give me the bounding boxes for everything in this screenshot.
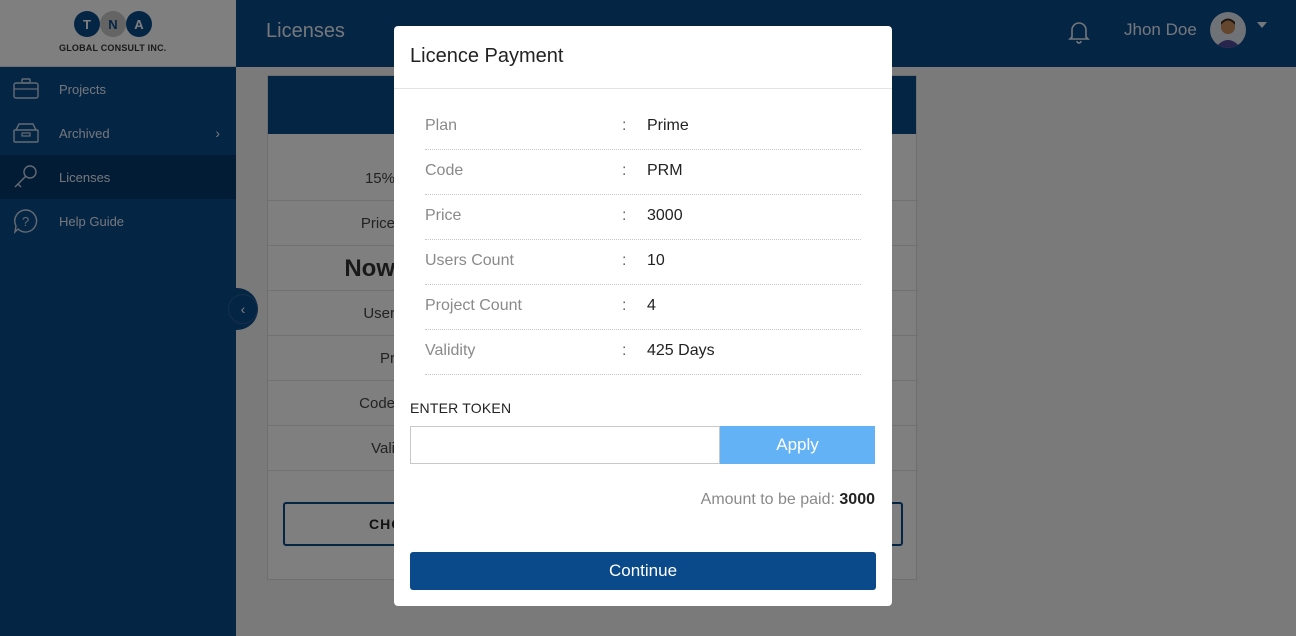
- apply-button[interactable]: Apply: [720, 426, 875, 464]
- detail-separator: :: [622, 297, 627, 314]
- detail-label: Plan: [425, 117, 458, 134]
- amount-label: Amount to be paid:: [700, 491, 835, 508]
- detail-label: Code: [425, 162, 464, 179]
- detail-value: PRM: [647, 162, 683, 179]
- detail-separator: :: [622, 162, 627, 179]
- continue-button[interactable]: Continue: [410, 552, 876, 590]
- amount-to-pay: Amount to be paid: 3000: [701, 491, 875, 509]
- detail-row-code: Code : PRM: [425, 150, 861, 195]
- detail-separator: :: [622, 207, 627, 224]
- detail-label: Validity: [425, 342, 476, 359]
- detail-row-project-count: Project Count : 4: [425, 285, 861, 330]
- detail-separator: :: [622, 117, 627, 134]
- plan-details: Plan : Prime Code : PRM Price : 3000 Use…: [425, 105, 861, 375]
- detail-row-users-count: Users Count : 10: [425, 240, 861, 285]
- detail-value: 425 Days: [647, 342, 715, 359]
- modal-title: Licence Payment: [394, 26, 892, 89]
- detail-value: 10: [647, 252, 665, 269]
- detail-separator: :: [622, 342, 627, 359]
- token-label: ENTER TOKEN: [410, 400, 512, 416]
- detail-label: Project Count: [425, 297, 522, 314]
- detail-separator: :: [622, 252, 627, 269]
- token-input[interactable]: [410, 426, 720, 464]
- detail-value: 3000: [647, 207, 683, 224]
- detail-row-validity: Validity : 425 Days: [425, 330, 861, 375]
- detail-label: Price: [425, 207, 462, 224]
- detail-value: Prime: [647, 117, 689, 134]
- detail-label: Users Count: [425, 252, 514, 269]
- detail-row-price: Price : 3000: [425, 195, 861, 240]
- licence-payment-modal: Licence Payment Plan : Prime Code : PRM …: [394, 26, 892, 606]
- amount-value: 3000: [839, 491, 875, 508]
- detail-value: 4: [647, 297, 656, 314]
- detail-row-plan: Plan : Prime: [425, 105, 861, 150]
